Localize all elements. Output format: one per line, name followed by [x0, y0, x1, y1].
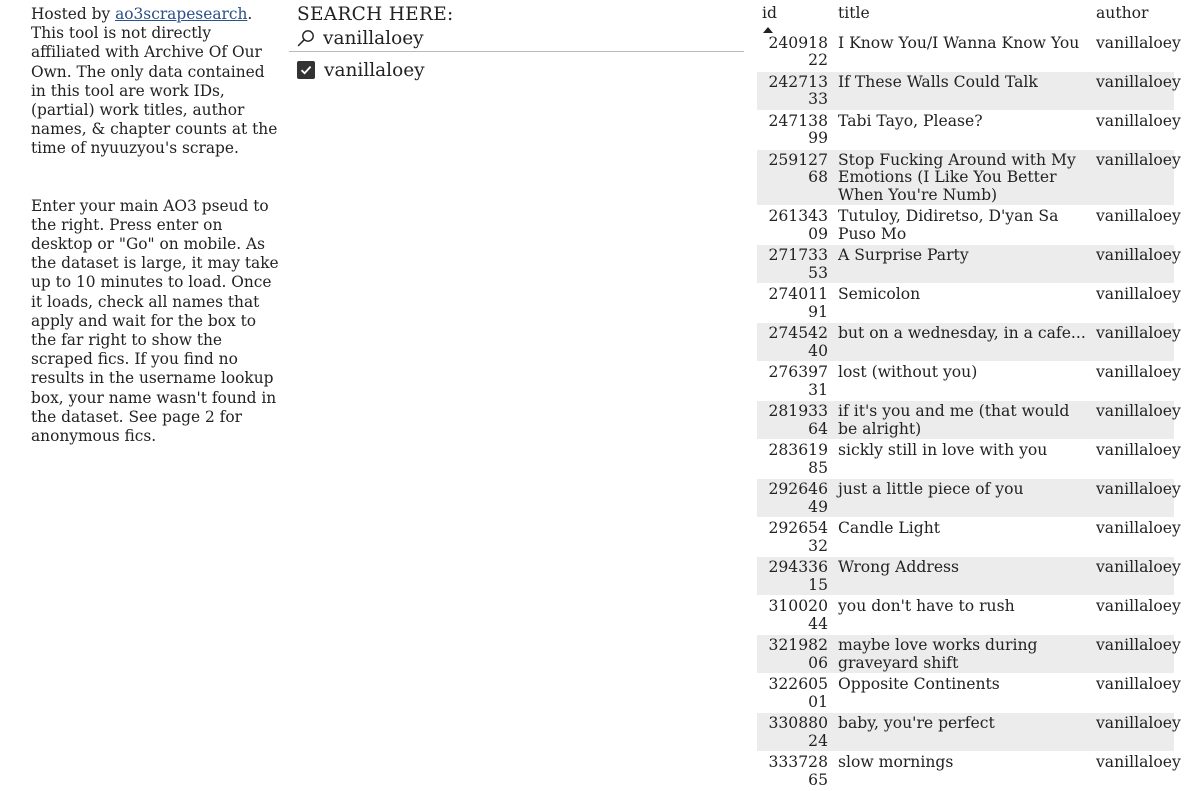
table-row[interactable]: 24271333 If These Walls Could Talk vanilla… [757, 71, 1181, 111]
cell-id: 33372865 [757, 751, 833, 791]
cell-author: vanillaloey [1091, 751, 1181, 791]
cell-title: Wrong Address [833, 556, 1091, 596]
cell-author: vanillaloey [1091, 595, 1181, 635]
author-option[interactable]: vanillaloey [289, 58, 744, 82]
cell-title: slow mornings [833, 751, 1091, 791]
table-row[interactable]: 25912768 Stop Fucking Around with My Emot… [757, 149, 1181, 206]
cell-author: vanillaloey [1091, 478, 1181, 518]
table-row[interactable]: 27454240 but on a wednesday, in a cafe...… [757, 322, 1181, 362]
cell-title: just a little piece of you [833, 478, 1091, 518]
checked-checkbox-icon[interactable] [297, 61, 315, 79]
table-row[interactable]: 29264649 just a little piece of you vanill… [757, 478, 1181, 518]
cell-id: 27401191 [757, 283, 833, 323]
cell-id: 27173353 [757, 244, 833, 284]
results-table: id title author 24091822 I Know You/I Wan… [757, 0, 1181, 791]
table-row[interactable]: 26134309 Tutuloy, Didiretso, D'yan Sa Pus… [757, 205, 1181, 245]
cell-id: 24271333 [757, 71, 833, 111]
cell-author: vanillaloey [1091, 673, 1181, 713]
cell-id: 31002044 [757, 595, 833, 635]
cell-author: vanillaloey [1091, 71, 1181, 111]
cell-author: vanillaloey [1091, 283, 1181, 323]
column-header-title[interactable]: title [833, 0, 1091, 33]
table-row[interactable]: 32198206 maybe love works during graveyar… [757, 634, 1181, 674]
cell-id: 27639731 [757, 361, 833, 401]
cell-author: vanillaloey [1091, 32, 1181, 72]
cell-author: vanillaloey [1091, 634, 1181, 674]
table-row[interactable]: 27173353 A Surprise Party vanillaloey [757, 244, 1181, 284]
column-header-id-label: id [762, 4, 777, 22]
cell-title: Tabi Tayo, Please? [833, 110, 1091, 150]
table-row[interactable]: 24713899 Tabi Tayo, Please? vanillaloey [757, 110, 1181, 150]
search-panel: SEARCH HERE: vanillaloey [289, 5, 744, 82]
table-header-row: id title author [757, 0, 1174, 33]
cell-title: if it's you and me (that would be alrigh… [833, 400, 1091, 440]
cell-id: 32198206 [757, 634, 833, 674]
search-bar[interactable] [289, 25, 744, 52]
cell-author: vanillaloey [1091, 110, 1181, 150]
column-header-id[interactable]: id [757, 0, 833, 33]
cell-title: maybe love works during graveyard shift [833, 634, 1091, 674]
cell-author: vanillaloey [1091, 361, 1181, 401]
cell-id: 32260501 [757, 673, 833, 713]
instructions-text: Enter your main AO3 pseud to the right. … [31, 196, 279, 446]
cell-title: Stop Fucking Around with My Emotions (I … [833, 149, 1091, 206]
table-row[interactable]: 33372865 slow mornings vanillaloey [757, 751, 1181, 791]
search-icon [297, 30, 314, 47]
cell-title: sickly still in love with you [833, 439, 1091, 479]
table-row[interactable]: 32260501 Opposite Continents vanillaloey [757, 673, 1181, 713]
cell-title: I Know You/I Wanna Know You [833, 32, 1091, 72]
table-row[interactable]: 29433615 Wrong Address vanillaloey [757, 556, 1181, 596]
cell-id: 27454240 [757, 322, 833, 362]
cell-id: 29264649 [757, 478, 833, 518]
results-table-body: 24091822 I Know You/I Wanna Know You vanil… [757, 32, 1181, 791]
search-input[interactable] [323, 27, 723, 49]
cell-id: 24091822 [757, 32, 833, 72]
table-row[interactable]: 28361985 sickly still in love with you van… [757, 439, 1181, 479]
cell-author: vanillaloey [1091, 439, 1181, 479]
table-row[interactable]: 31002044 you don't have to rush vanillaloe… [757, 595, 1181, 635]
cell-id: 26134309 [757, 205, 833, 245]
cell-author: vanillaloey [1091, 322, 1181, 362]
cell-author: vanillaloey [1091, 244, 1181, 284]
table-row[interactable]: 33088024 baby, you're perfect vanillaloey [757, 712, 1181, 752]
cell-title: Semicolon [833, 283, 1091, 323]
cell-author: vanillaloey [1091, 517, 1181, 557]
results-table-wrap: id title author 24091822 I Know You/I Wan… [757, 0, 1181, 791]
info-panel: Hosted by ao3scrapesearch. This tool is … [31, 5, 281, 484]
column-header-author[interactable]: author [1091, 0, 1174, 33]
table-row[interactable]: 29265432 Candle Light vanillaloey [757, 517, 1181, 557]
cell-id: 29433615 [757, 556, 833, 596]
cell-title: you don't have to rush [833, 595, 1091, 635]
cell-title: Tutuloy, Didiretso, D'yan Sa Puso Mo [833, 205, 1091, 245]
ao3scrapesearch-link[interactable]: ao3scrapesearch [115, 5, 247, 23]
cell-id: 29265432 [757, 517, 833, 557]
cell-title: Opposite Continents [833, 673, 1091, 713]
cell-author: vanillaloey [1091, 712, 1181, 752]
intro-prefix: Hosted by [31, 5, 116, 23]
cell-title: baby, you're perfect [833, 712, 1091, 752]
cell-title: lost (without you) [833, 361, 1091, 401]
cell-title: If These Walls Could Talk [833, 71, 1091, 111]
intro-suffix: . This tool is not directly affiliated w… [31, 5, 278, 158]
cell-id: 28361985 [757, 439, 833, 479]
cell-id: 33088024 [757, 712, 833, 752]
cell-author: vanillaloey [1091, 556, 1181, 596]
cell-author: vanillaloey [1091, 400, 1181, 440]
cell-title: but on a wednesday, in a cafe... [833, 322, 1091, 362]
search-heading: SEARCH HERE: [297, 4, 454, 25]
author-options: vanillaloey [289, 58, 744, 82]
table-row[interactable]: 24091822 I Know You/I Wanna Know You vanil… [757, 32, 1181, 72]
table-row[interactable]: 27401191 Semicolon vanillaloey [757, 283, 1181, 323]
author-option-label: vanillaloey [324, 59, 425, 81]
table-row[interactable]: 27639731 lost (without you) vanillaloey [757, 361, 1181, 401]
cell-id: 25912768 [757, 149, 833, 206]
cell-title: Candle Light [833, 517, 1091, 557]
cell-author: vanillaloey [1091, 205, 1181, 245]
cell-title: A Surprise Party [833, 244, 1091, 284]
cell-id: 28193364 [757, 400, 833, 440]
intro-text: Hosted by ao3scrapesearch. This tool is … [31, 5, 281, 159]
cell-author: vanillaloey [1091, 149, 1181, 206]
table-row[interactable]: 28193364 if it's you and me (that would b… [757, 400, 1181, 440]
cell-id: 24713899 [757, 110, 833, 150]
